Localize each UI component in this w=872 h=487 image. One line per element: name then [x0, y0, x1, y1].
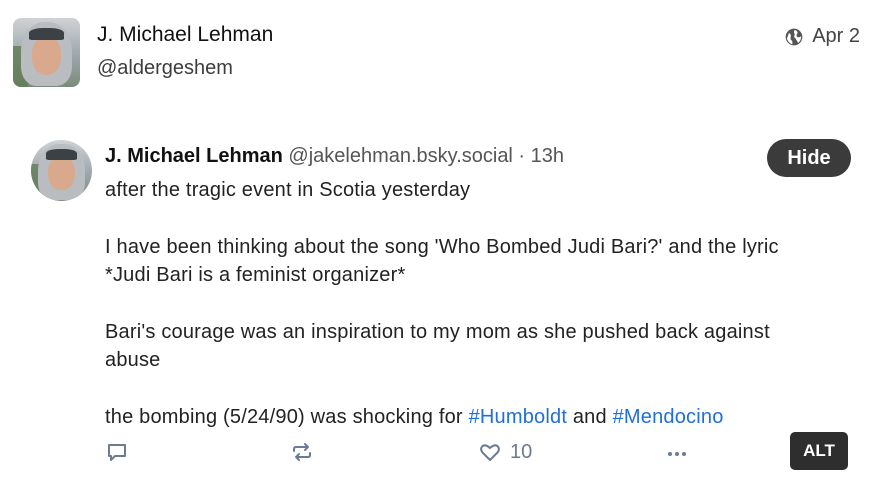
post-date-text: Apr 2: [812, 25, 860, 47]
quoted-author-meta[interactable]: @jakelehman.bsky.social · 13h: [288, 145, 564, 167]
quoted-author-name[interactable]: J. Michael Lehman: [105, 145, 283, 167]
quoted-author-avatar[interactable]: [31, 140, 92, 201]
heart-icon: [480, 444, 500, 461]
repost-icon: [293, 443, 311, 461]
post-date[interactable]: Apr 2: [784, 25, 860, 48]
like-button[interactable]: 10: [478, 440, 532, 464]
reply-button[interactable]: [105, 440, 129, 464]
action-bar: 10: [105, 440, 705, 470]
quoted-post-body: after the tragic event in Scotia yesterd…: [105, 176, 825, 460]
outer-author-name[interactable]: J. Michael Lehman: [97, 23, 273, 47]
outer-author-handle[interactable]: @aldergeshem: [97, 57, 233, 80]
post-text: the bombing (5/24/90) was shocking for: [105, 406, 469, 428]
post-paragraph: Bari's courage was an inspiration to my …: [105, 321, 770, 371]
alt-text-badge[interactable]: ALT: [790, 432, 848, 470]
globe-icon: [785, 28, 803, 45]
post-paragraph: after the tragic event in Scotia yesterd…: [105, 179, 471, 201]
hashtag-humboldt[interactable]: #Humboldt: [469, 406, 568, 428]
post-paragraph-last: the bombing (5/24/90) was shocking for #…: [105, 403, 825, 431]
post-text: and: [567, 406, 613, 428]
like-count: 10: [510, 440, 533, 463]
outer-author-avatar[interactable]: [13, 18, 80, 87]
repost-button[interactable]: [290, 440, 314, 464]
post-paragraph: I have been thinking about the song 'Who…: [105, 236, 779, 286]
reply-icon: [108, 444, 126, 461]
more-options-button[interactable]: [665, 440, 689, 464]
hashtag-mendocino[interactable]: #Mendocino: [613, 406, 724, 428]
hide-button[interactable]: Hide: [767, 139, 851, 177]
more-icon: [668, 452, 686, 456]
quoted-post-header: J. Michael Lehman @jakelehman.bsky.socia…: [105, 145, 564, 168]
